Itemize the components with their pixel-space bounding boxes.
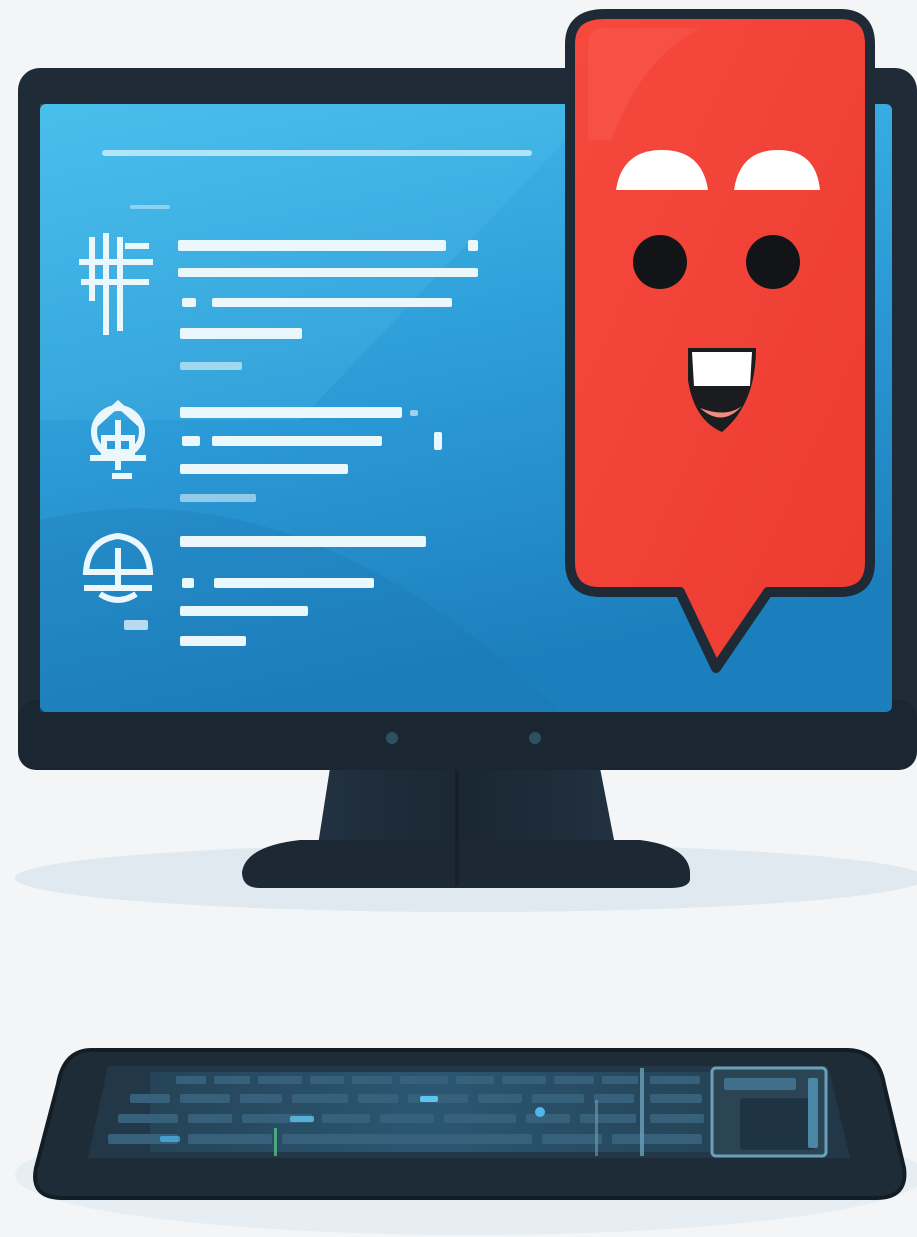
right-eye xyxy=(746,235,800,289)
speech-bubble-mascot xyxy=(565,9,875,673)
monitor-stand xyxy=(242,768,690,888)
list-line xyxy=(180,407,402,418)
list-line xyxy=(180,464,348,474)
list-line xyxy=(180,536,426,547)
list-line xyxy=(212,298,452,307)
list-line xyxy=(178,240,446,251)
computer-illustration xyxy=(15,9,917,1235)
keyboard xyxy=(33,1048,907,1200)
list-line xyxy=(180,636,246,646)
illustration-scene xyxy=(0,0,917,1237)
list-line xyxy=(214,578,374,588)
screen-title-bar xyxy=(102,150,532,156)
list-line xyxy=(212,436,382,446)
list-line xyxy=(178,268,478,277)
list-line xyxy=(180,328,302,339)
sensor-led-icon xyxy=(529,732,541,744)
left-eye xyxy=(633,235,687,289)
keyboard-numpad xyxy=(710,1066,828,1158)
list-line xyxy=(180,606,308,616)
power-led-icon xyxy=(386,732,398,744)
